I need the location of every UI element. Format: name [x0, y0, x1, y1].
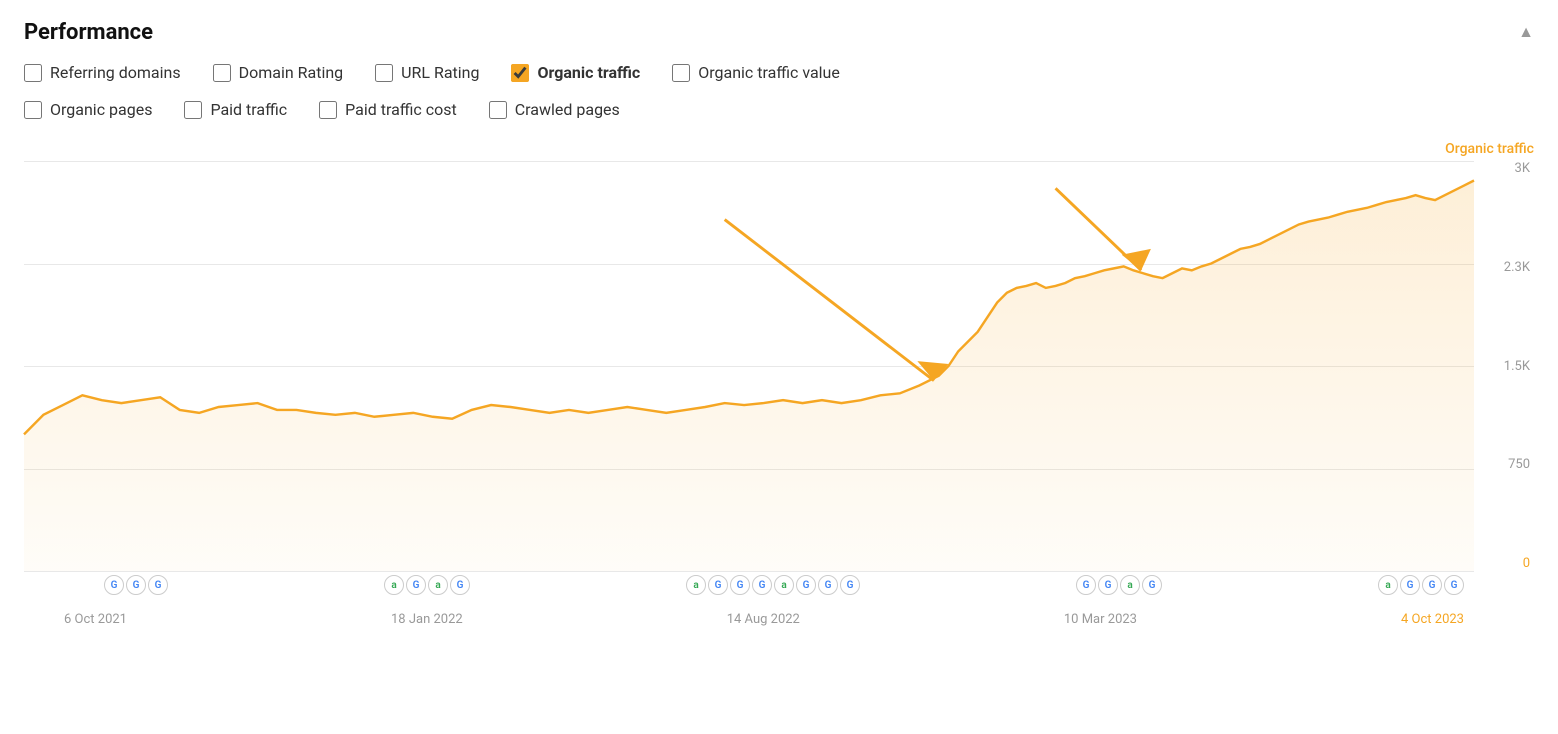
g-badge: G — [126, 575, 146, 595]
a-badge: a — [428, 575, 448, 595]
g-badge: G — [796, 575, 816, 595]
x-label-jan2022: 18 Jan 2022 — [391, 612, 463, 627]
page-header: Performance ▲ — [24, 20, 1534, 45]
a-badge: a — [1120, 575, 1140, 595]
checkbox-organic-pages[interactable]: Organic pages — [24, 100, 152, 119]
checkbox-paid-traffic-cost-input[interactable] — [319, 101, 337, 119]
g-badge: G — [818, 575, 838, 595]
google-badges-oct2023: a G G G — [1378, 571, 1464, 599]
y-label-2k3: 2.3K — [1504, 260, 1530, 275]
google-badges-aug2022: a G G G a G G G — [686, 571, 860, 599]
checkbox-url-rating[interactable]: URL Rating — [375, 63, 479, 82]
x-label-oct2021: 6 Oct 2021 — [64, 612, 127, 627]
checkbox-crawled-pages[interactable]: Crawled pages — [489, 100, 620, 119]
checkbox-organic-traffic-input[interactable] — [511, 64, 529, 82]
a-badge: a — [384, 575, 404, 595]
x-label-mar2023: 10 Mar 2023 — [1064, 612, 1137, 627]
checkbox-paid-traffic-cost[interactable]: Paid traffic cost — [319, 100, 457, 119]
checkbox-referring-domains[interactable]: Referring domains — [24, 63, 181, 82]
y-label-0: 0 — [1523, 556, 1530, 571]
checkbox-row-1: Referring domains Domain Rating URL Rati… — [24, 63, 1534, 94]
g-badge: G — [406, 575, 426, 595]
chart-svg — [24, 161, 1474, 571]
chart-y-axis-label: Organic traffic — [1445, 141, 1534, 157]
checkbox-organic-traffic-label: Organic traffic — [537, 63, 640, 82]
checkbox-organic-pages-input[interactable] — [24, 101, 42, 119]
g-badge: G — [730, 575, 750, 595]
g-badge: G — [1098, 575, 1118, 595]
g-badge: G — [708, 575, 728, 595]
checkbox-referring-domains-input[interactable] — [24, 64, 42, 82]
checkbox-organic-traffic[interactable]: Organic traffic — [511, 63, 640, 82]
checkbox-organic-traffic-value-label: Organic traffic value — [698, 63, 840, 82]
checkbox-paid-traffic[interactable]: Paid traffic — [184, 100, 287, 119]
g-badge: G — [752, 575, 772, 595]
checkbox-row-2: Organic pages Paid traffic Paid traffic … — [24, 100, 1534, 131]
g-badge: G — [1422, 575, 1442, 595]
google-badges-oct2021: G G G — [104, 571, 168, 599]
g-badge: G — [840, 575, 860, 595]
collapse-button[interactable]: ▲ — [1518, 24, 1534, 42]
y-label-750: 750 — [1508, 457, 1530, 472]
g-badge: G — [148, 575, 168, 595]
a-badge: a — [1378, 575, 1398, 595]
g-badge: G — [1076, 575, 1096, 595]
g-badge: G — [450, 575, 470, 595]
y-axis: 3K 2.3K 1.5K 750 0 — [1484, 161, 1534, 571]
g-badge: G — [104, 575, 124, 595]
google-badges-mar2023: G G a G — [1076, 571, 1162, 599]
checkbox-paid-traffic-label: Paid traffic — [210, 100, 287, 119]
checkbox-crawled-pages-input[interactable] — [489, 101, 507, 119]
checkbox-url-rating-input[interactable] — [375, 64, 393, 82]
g-badge: G — [1444, 575, 1464, 595]
checkbox-paid-traffic-cost-label: Paid traffic cost — [345, 100, 457, 119]
checkbox-domain-rating-label: Domain Rating — [239, 63, 344, 82]
chart-area: Organic traffic 3K 2.3K 1.5K 750 0 — [24, 141, 1534, 631]
g-badge: G — [1400, 575, 1420, 595]
a-badge: a — [774, 575, 794, 595]
x-label-aug2022: 14 Aug 2022 — [727, 612, 800, 627]
checkbox-domain-rating[interactable]: Domain Rating — [213, 63, 344, 82]
x-axis: G G G a G a G a G G G a G G G — [24, 571, 1474, 631]
x-label-oct2023: 4 Oct 2023 — [1401, 612, 1464, 627]
checkbox-paid-traffic-input[interactable] — [184, 101, 202, 119]
chart-svg-container — [24, 161, 1474, 571]
checkbox-organic-pages-label: Organic pages — [50, 100, 152, 119]
g-badge: G — [1142, 575, 1162, 595]
checkbox-url-rating-label: URL Rating — [401, 63, 479, 82]
checkbox-organic-traffic-value[interactable]: Organic traffic value — [672, 63, 840, 82]
y-label-1k5: 1.5K — [1504, 359, 1530, 374]
checkbox-domain-rating-input[interactable] — [213, 64, 231, 82]
page-title: Performance — [24, 20, 153, 45]
google-badges-jan2022: a G a G — [384, 571, 470, 599]
a-badge: a — [686, 575, 706, 595]
checkbox-organic-traffic-value-input[interactable] — [672, 64, 690, 82]
checkbox-referring-domains-label: Referring domains — [50, 63, 181, 82]
checkbox-crawled-pages-label: Crawled pages — [515, 100, 620, 119]
y-label-3k: 3K — [1515, 161, 1530, 176]
